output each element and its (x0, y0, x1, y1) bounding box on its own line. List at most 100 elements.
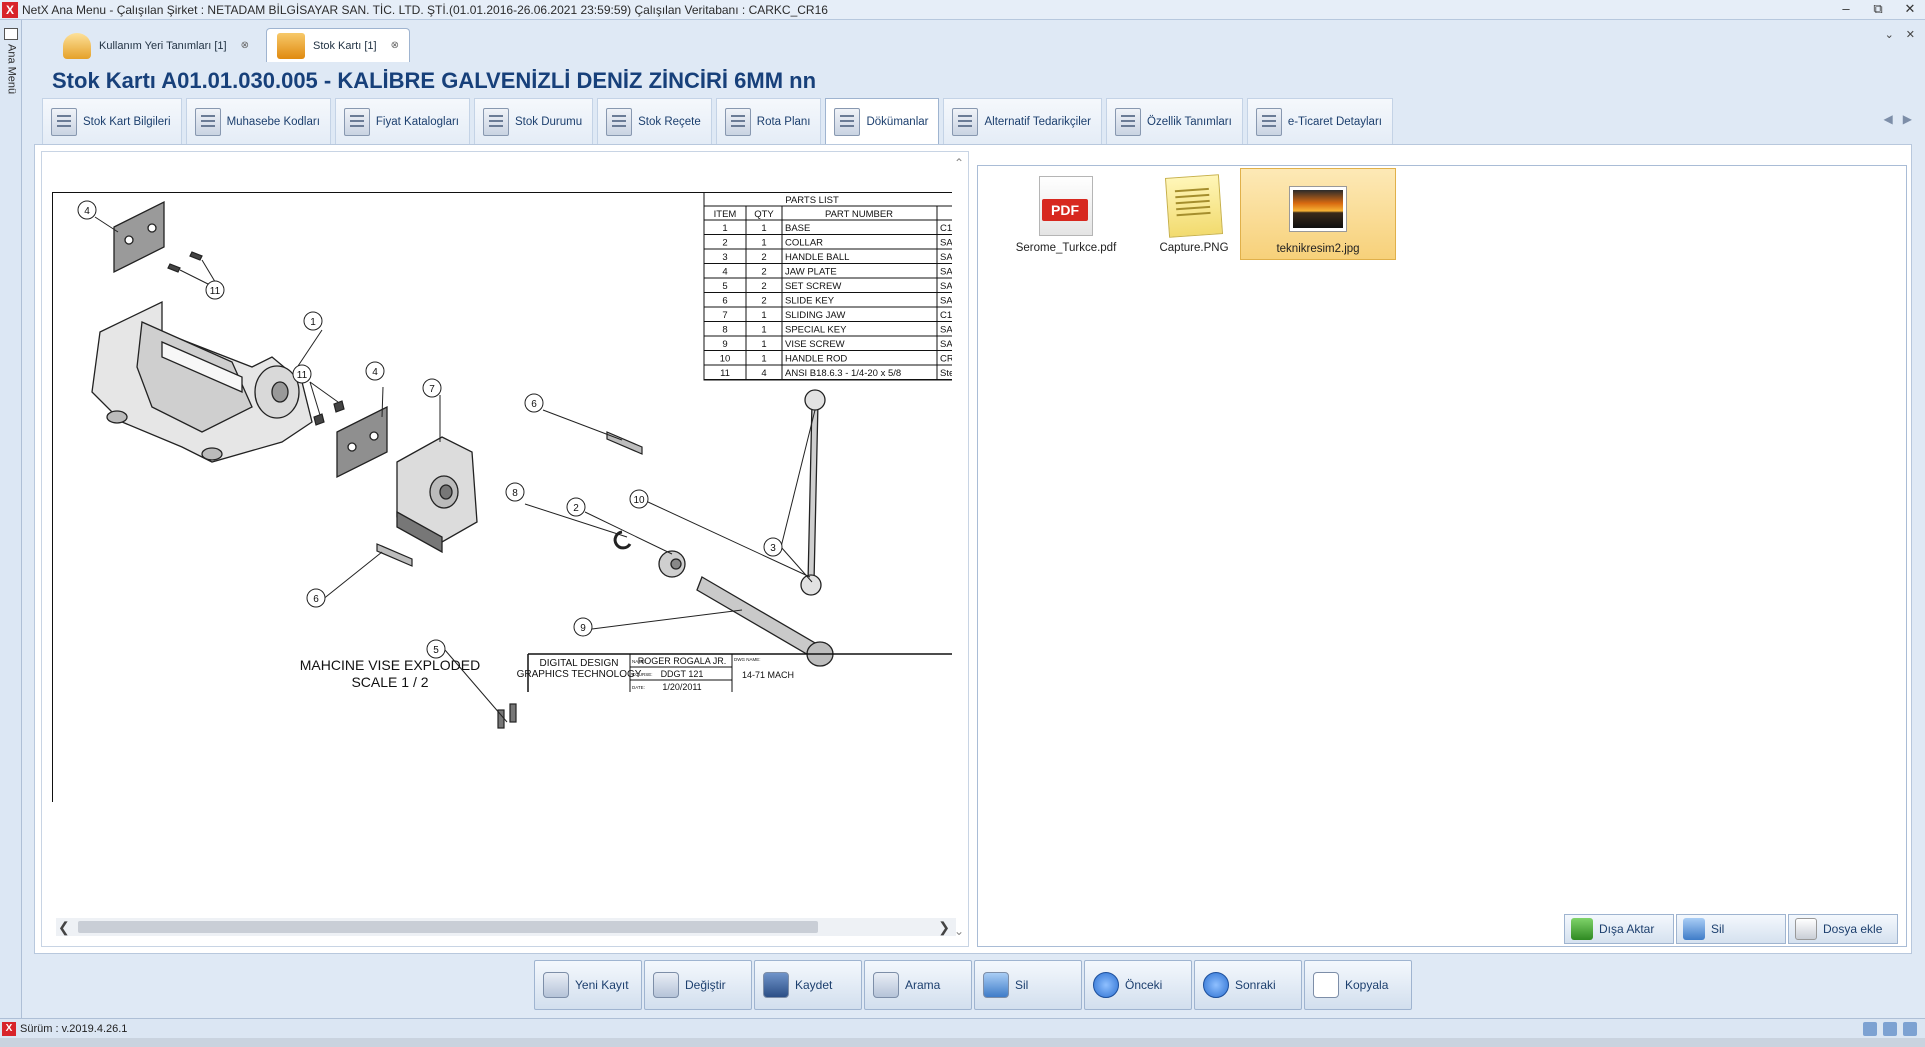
scroll-left-icon[interactable]: ◀ (1884, 112, 1893, 126)
col-part-number: PART NUMBER (825, 209, 893, 220)
search-button[interactable]: Arama (864, 960, 972, 1010)
tab-muhasebe-kodlari[interactable]: Muhasebe Kodları (185, 98, 331, 144)
documents-panel: PARTS LIST ITEM QTY PART NUMBER 1 1 BASE C1… (34, 144, 1912, 954)
svg-text:DIGITAL DESIGN: DIGITAL DESIGN (540, 658, 619, 669)
button-label: Dosya ekle (1823, 922, 1883, 936)
record-toolbar: Yeni Kayıt Değiştir Kaydet Arama Sil Önc… (534, 960, 1412, 1010)
parts-cell: 1 (761, 238, 766, 249)
tab-stok-recete[interactable]: Stok Reçete (597, 98, 712, 144)
horizontal-scrollbar[interactable]: ❮ ❯ (56, 918, 956, 936)
jaw-plate-drawing (113, 200, 165, 274)
close-icon[interactable]: ⊗ (241, 40, 249, 51)
parts-cell: C1 (940, 310, 952, 321)
tab-stok-kart-bilgileri[interactable]: Stok Kart Bilgileri (42, 98, 182, 144)
svg-text:COURSE:: COURSE: (632, 672, 653, 677)
previous-button[interactable]: Önceki (1084, 960, 1192, 1010)
svg-text:11: 11 (210, 286, 221, 297)
edit-button[interactable]: Değiştir (644, 960, 752, 1010)
binoculars-icon (873, 972, 899, 998)
parts-list-title: PARTS LIST (785, 195, 839, 206)
next-button[interactable]: Sonraki (1194, 960, 1302, 1010)
previous-icon (1093, 972, 1119, 998)
restore-icon[interactable]: ⧉ (1867, 2, 1889, 18)
svg-text:DDGT 121: DDGT 121 (661, 669, 704, 679)
tray-icon[interactable] (1863, 1022, 1877, 1036)
parts-cell: SLIDING JAW (785, 310, 845, 321)
parts-cell: SET SCREW (785, 281, 841, 292)
scroll-left-icon[interactable]: ❮ (58, 918, 70, 936)
vertical-scrollbar[interactable]: ⌃ ⌄ (952, 152, 966, 942)
doc-tab-label: Stok Kartı [1] (312, 39, 377, 52)
tab-alternatif-tedarikciler[interactable]: Alternatif Tedarikçiler (943, 98, 1103, 144)
edit-pencil-icon (653, 972, 679, 998)
save-button[interactable]: Kaydet (754, 960, 862, 1010)
image-thumbnail-icon (1290, 187, 1346, 231)
scroll-right-icon[interactable]: ▶ (1903, 112, 1912, 126)
svg-text:GRAPHICS TECHNOLOGY: GRAPHICS TECHNOLOGY (517, 669, 642, 680)
add-file-button[interactable]: Dosya ekle (1788, 914, 1898, 944)
parts-cell: SAI (940, 267, 952, 278)
tab-stok-durumu[interactable]: Stok Durumu (474, 98, 594, 144)
drawing-caption-line1: MAHCINE VISE EXPLODED (300, 657, 481, 673)
title-block: DIGITAL DESIGN GRAPHICS TECHNOLOGY NAME:… (517, 653, 952, 692)
tab-label: e-Ticaret Detayları (1287, 115, 1382, 128)
new-record-button[interactable]: Yeni Kayıt (534, 960, 642, 1010)
tab-ozellik-tanimlari[interactable]: Özellik Tanımları (1106, 98, 1243, 144)
svg-text:10: 10 (633, 495, 645, 506)
status-bar: X Sürüm : v.2019.4.26.1 (0, 1018, 1925, 1038)
tab-label: Rota Planı (756, 115, 811, 128)
scrollbar-thumb[interactable] (78, 921, 818, 933)
app-icon: X (2, 1, 18, 18)
svg-text:11: 11 (297, 370, 308, 381)
doc-tab-stok-karti[interactable]: Stok Kartı [1] ⊗ (265, 28, 410, 62)
parts-cell: CRS (940, 354, 952, 365)
tray-icon[interactable] (1883, 1022, 1897, 1036)
svg-text:3: 3 (770, 543, 776, 554)
users-icon (63, 32, 91, 59)
delete-button[interactable]: Sil (974, 960, 1082, 1010)
pin-icon[interactable] (3, 28, 18, 40)
parts-cell: 1 (761, 223, 766, 234)
side-menu-strip[interactable]: Ana Menü (0, 20, 22, 1020)
parts-cell: ANSI B18.6.3 - 1/4-20 x 5/8 (785, 368, 901, 379)
new-record-icon (543, 972, 569, 998)
parts-cell: SAI (940, 325, 952, 336)
svg-text:7: 7 (429, 384, 435, 395)
parts-cell: 1 (761, 325, 766, 336)
tab-fiyat-kataloglari[interactable]: Fiyat Katalogları (334, 98, 471, 144)
document-icon (51, 107, 77, 136)
minimize-icon[interactable]: – (1835, 2, 1857, 18)
page-title: Stok Kartı A01.01.030.005 - KALİBRE GALV… (52, 68, 817, 93)
scroll-right-icon[interactable]: ❯ (938, 918, 950, 936)
file-item-jpg[interactable]: teknikresim2.jpg (1240, 168, 1396, 260)
document-icon (1115, 107, 1142, 136)
parts-cell: 9 (722, 339, 727, 350)
parts-cell: SAI (940, 252, 952, 263)
delete-file-button[interactable]: Sil (1676, 914, 1786, 944)
document-icon (952, 107, 979, 136)
parts-cell: 1 (761, 354, 766, 365)
parts-cell: 7 (722, 310, 727, 321)
parts-cell: 8 (722, 325, 727, 336)
tray-icon[interactable] (1903, 1022, 1917, 1036)
side-menu-label[interactable]: Ana Menü (4, 44, 18, 94)
close-icon[interactable]: ✕ (1906, 28, 1915, 41)
tab-rota-plani[interactable]: Rota Planı (715, 98, 822, 144)
close-icon[interactable]: ⊗ (391, 40, 399, 51)
parts-cell: Ste (940, 368, 952, 379)
scroll-up-icon[interactable]: ⌃ (954, 156, 964, 170)
image-preview[interactable]: PARTS LIST ITEM QTY PART NUMBER 1 1 BASE C1… (41, 151, 969, 947)
tab-dokumanlar[interactable]: Dökümanlar (825, 98, 940, 144)
copy-button[interactable]: Kopyala (1304, 960, 1412, 1010)
svg-text:5: 5 (433, 645, 439, 656)
parts-cell: 5 (722, 281, 727, 292)
parts-cell: 1 (761, 339, 766, 350)
doc-tab-kullanim-yeri[interactable]: Kullanım Yeri Tanımları [1] ⊗ (52, 28, 260, 62)
export-button[interactable]: Dışa Aktar (1564, 914, 1674, 944)
parts-cell: 4 (761, 368, 766, 379)
close-icon[interactable]: ✕ (1899, 2, 1921, 18)
chevron-down-icon[interactable]: ⌄ (1885, 28, 1894, 41)
parts-cell: HANDLE BALL (785, 252, 849, 263)
tab-e-ticaret-detaylari[interactable]: e-Ticaret Detayları (1246, 98, 1393, 144)
svg-text:4: 4 (84, 206, 90, 217)
